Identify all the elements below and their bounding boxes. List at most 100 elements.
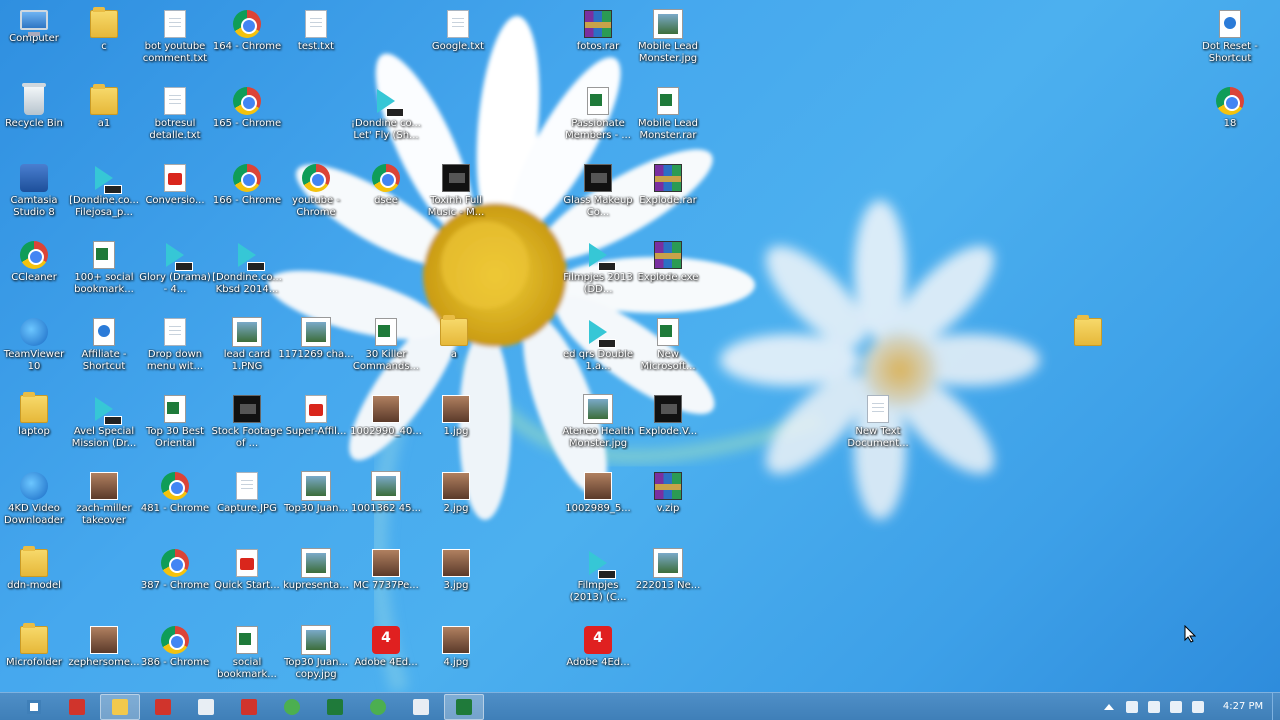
desktop-icon[interactable]: [Dondine.co... Kbsd 2014...: [209, 235, 285, 311]
desktop-icon[interactable]: ¡Dondine co... Let' Fly (Sh...: [348, 81, 424, 157]
desktop-icon[interactable]: New Text Document...: [840, 389, 916, 465]
desktop-icon[interactable]: youtube - Chrome: [278, 158, 354, 234]
desktop-icon[interactable]: Conversio...: [137, 158, 213, 234]
desktop-icon[interactable]: 3.jpg: [418, 543, 494, 619]
desktop-icon[interactable]: zephersome...: [66, 620, 142, 696]
desktop-icon[interactable]: 18: [1192, 81, 1268, 157]
desktop-icon[interactable]: 4KD Video Downloader: [0, 466, 72, 542]
desktop-icon[interactable]: [1050, 312, 1126, 388]
desktop-icon[interactable]: 481 - Chrome: [137, 466, 213, 542]
desktop-icon[interactable]: 165 - Chrome: [209, 81, 285, 157]
desktop-icon[interactable]: 1.jpg: [418, 389, 494, 465]
desktop-icon[interactable]: 100+ social bookmark...: [66, 235, 142, 311]
desktop-icon[interactable]: a: [416, 312, 492, 388]
desktop-icon[interactable]: Camtasia Studio 8: [0, 158, 72, 234]
desktop-icon[interactable]: Top 30 Best Oriental: [137, 389, 213, 465]
desktop-icon[interactable]: Adobe 4Ed...: [348, 620, 424, 696]
desktop-icon-label: Explode.rar: [639, 195, 697, 206]
desktop-icon[interactable]: Explode.exe: [630, 235, 706, 311]
desktop-icon[interactable]: CCleaner: [0, 235, 72, 311]
desktop-icon[interactable]: 387 - Chrome: [137, 543, 213, 619]
desktop-icon[interactable]: zach-miller takeover: [66, 466, 142, 542]
desktop-icon-label: Drop down menu wit...: [146, 349, 204, 372]
desktop-icon[interactable]: 222013 Ne...: [630, 543, 706, 619]
desktop-icon[interactable]: TeamViewer 10: [0, 312, 72, 388]
desktop-icon-label: 481 - Chrome: [140, 503, 210, 514]
desktop-icon[interactable]: bot youtube comment.txt: [137, 4, 213, 80]
desktop-icon[interactable]: Toxinh Full Music - M...: [418, 158, 494, 234]
desktop-icon[interactable]: Glory (Drama) - 4...: [137, 235, 213, 311]
desktop-icon[interactable]: dsee: [348, 158, 424, 234]
desktop-icon[interactable]: social bookmark...: [209, 620, 285, 696]
desktop-icon[interactable]: Affiliate - Shortcut: [66, 312, 142, 388]
desktop-icon[interactable]: laptop: [0, 389, 72, 465]
desktop-icon[interactable]: Computer: [0, 4, 72, 80]
taskbar-app-10[interactable]: [444, 693, 484, 720]
desktop-icon[interactable]: 2.jpg: [418, 466, 494, 542]
taskbar-explorer[interactable]: [100, 693, 140, 720]
desktop-icon[interactable]: 386 - Chrome: [137, 620, 213, 696]
desktop-icon[interactable]: Filmpjes (2013) (C...: [560, 543, 636, 619]
desktop-icon[interactable]: Passionate Members - ...: [560, 81, 636, 157]
desktop-icon[interactable]: Quick Start...: [209, 543, 285, 619]
flag-icon[interactable]: [1126, 700, 1138, 713]
taskbar-clock[interactable]: 4:27 PM: [1214, 701, 1272, 712]
desktop-icon[interactable]: Ateneo Health Monster.jpg: [560, 389, 636, 465]
desktop-icon[interactable]: Stock Footage of ...: [209, 389, 285, 465]
desktop-icon[interactable]: Explode.V...: [630, 389, 706, 465]
desktop-icon[interactable]: test.txt: [278, 4, 354, 80]
desktop-icon[interactable]: Microfolder: [0, 620, 72, 696]
desktop-icon[interactable]: 1171269 cha...: [278, 312, 354, 388]
desktop-icon[interactable]: Top30 Juan... copy.jpg: [278, 620, 354, 696]
desktop-icon[interactable]: Capture.JPG: [209, 466, 285, 542]
desktop-icon[interactable]: botresul detalle.txt: [137, 81, 213, 157]
taskbar-app-5[interactable]: [229, 694, 269, 720]
desktop-icon[interactable]: fotos.rar: [560, 4, 636, 80]
desktop-icon[interactable]: a1: [66, 81, 142, 157]
desktop-icon[interactable]: lead card 1.PNG: [209, 312, 285, 388]
desktop-icon[interactable]: Glass Makeup Co...: [560, 158, 636, 234]
desktop-icon[interactable]: ed qrs Double 1.a...: [560, 312, 636, 388]
desktop-icon[interactable]: 30 Killer Commands...: [348, 312, 424, 388]
desktop-icon[interactable]: c: [66, 4, 142, 80]
taskbar-app-8[interactable]: [358, 694, 398, 720]
desktop-icon[interactable]: 1001362 45...: [348, 466, 424, 542]
desktop-icon[interactable]: [Dondine.co... Filejosa_p...: [66, 158, 142, 234]
desktop-icon[interactable]: 164 - Chrome: [209, 4, 285, 80]
desktop-icon[interactable]: Explode.rar: [630, 158, 706, 234]
taskbar-chrome[interactable]: [272, 694, 312, 720]
taskbar-app-4[interactable]: [186, 694, 226, 720]
desktop-icon[interactable]: Super-Affil...: [278, 389, 354, 465]
desktop-icon[interactable]: Mobile Lead Monster.rar: [630, 81, 706, 157]
network-icon[interactable]: [1170, 700, 1182, 713]
desktop-icon[interactable]: ddn-model: [0, 543, 72, 619]
desktop-icon-label: Filmpjes 2013 (DD...: [563, 272, 633, 295]
desktop-icon[interactable]: Recycle Bin: [0, 81, 72, 157]
desktop-icon[interactable]: Drop down menu wit...: [137, 312, 213, 388]
winrar-icon: [654, 241, 682, 269]
desktop-icon[interactable]: MC 7737Pe...: [348, 543, 424, 619]
desktop-icon[interactable]: kupresenta...: [278, 543, 354, 619]
desktop-icon[interactable]: 1002990_40...: [348, 389, 424, 465]
taskbar-app-7[interactable]: [315, 694, 355, 720]
desktop-icon[interactable]: v.zip: [630, 466, 706, 542]
desktop-icon[interactable]: 4.jpg: [418, 620, 494, 696]
desktop-icon[interactable]: Filmpjes 2013 (DD...: [560, 235, 636, 311]
taskbar-app-3[interactable]: [143, 694, 183, 720]
desktop-icon[interactable]: Avel Special Mission (Dr...: [66, 389, 142, 465]
taskbar-app-9[interactable]: [401, 694, 441, 720]
desktop-icon[interactable]: Google.txt: [420, 4, 496, 80]
action-center-icon[interactable]: [1148, 700, 1160, 713]
desktop-icon[interactable]: Adobe 4Ed...: [560, 620, 636, 696]
desktop-icon[interactable]: New Microsoft...: [630, 312, 706, 388]
desktop-icon[interactable]: Mobile Lead Monster.jpg: [630, 4, 706, 80]
taskbar-app-1[interactable]: [57, 694, 97, 720]
desktop-icon[interactable]: 166 - Chrome: [209, 158, 285, 234]
show-hidden-icons-icon[interactable]: [1104, 703, 1114, 710]
show-desktop-button[interactable]: [1272, 693, 1280, 720]
start-button[interactable]: [14, 694, 54, 720]
volume-icon[interactable]: [1192, 700, 1204, 713]
desktop-icon[interactable]: Top30 Juan...: [278, 466, 354, 542]
desktop-icon[interactable]: Dot Reset - Shortcut: [1192, 4, 1268, 80]
desktop-icon[interactable]: 1002989_5...: [560, 466, 636, 542]
